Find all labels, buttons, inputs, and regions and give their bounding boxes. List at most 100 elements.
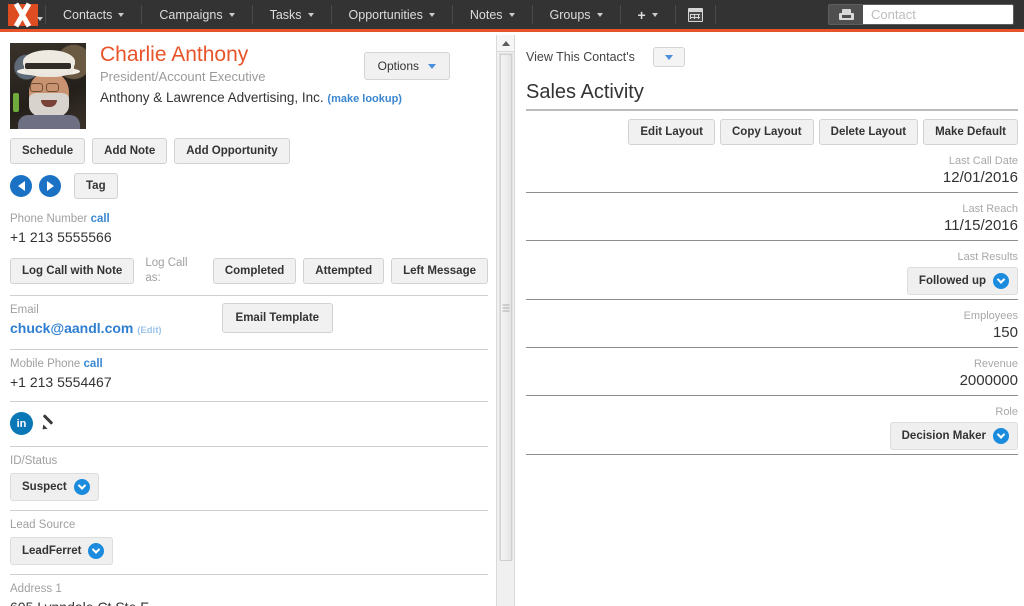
log-call-as-label: Log Call as:	[145, 257, 188, 284]
chevron-up-icon	[501, 40, 510, 46]
address-1-label: Address 1	[10, 583, 62, 595]
arrow-left-icon	[17, 181, 25, 191]
chevron-down-icon	[993, 273, 1009, 289]
next-contact-button[interactable]	[39, 175, 61, 197]
print-button[interactable]	[829, 5, 863, 24]
make-lookup-link[interactable]: (make lookup)	[327, 93, 402, 105]
nav-item-tasks[interactable]: Tasks	[253, 0, 331, 29]
email-value[interactable]: chuck@aandl.com	[10, 320, 133, 336]
last-results-dropdown[interactable]: Followed up	[906, 267, 1018, 295]
nav-item-notes[interactable]: Notes	[453, 0, 532, 29]
scrollbar-grip-icon	[502, 304, 510, 311]
field-role: Role Decision Maker	[526, 396, 1018, 455]
add-note-button[interactable]: Add Note	[92, 138, 168, 164]
mobile-call-link[interactable]: call	[84, 358, 103, 370]
avatar	[10, 43, 86, 129]
nav-item-campaigns[interactable]: Campaigns	[142, 0, 251, 29]
printer-icon	[838, 9, 854, 20]
pencil-icon[interactable]	[40, 416, 55, 431]
left-pane-scrollbar[interactable]	[496, 35, 515, 606]
chevron-down-icon	[228, 12, 235, 17]
field-phone-number: Phone Number call +1 213 5555566 Log Cal…	[10, 205, 488, 296]
app-logo[interactable]	[0, 0, 45, 29]
chevron-down-icon	[508, 12, 515, 17]
sales-activity-pane: View This Contact's Sales Activity Edit …	[516, 35, 1024, 606]
layout-action-buttons: Edit Layout Copy Layout Delete Layout Ma…	[526, 119, 1018, 145]
nav-item-opportunities[interactable]: Opportunities	[332, 0, 452, 29]
chevron-down-icon	[88, 543, 105, 559]
email-template-button[interactable]: Email Template	[221, 303, 334, 333]
email-label: Email	[10, 304, 39, 316]
phone-call-link[interactable]: call	[91, 213, 110, 225]
log-attempted-button[interactable]: Attempted	[303, 258, 385, 284]
field-address-1: Address 1 605 Lynndale Ct Ste F	[10, 575, 488, 606]
last-call-date-value: 12/01/2016	[942, 169, 1018, 186]
tag-button[interactable]: Tag	[74, 173, 118, 199]
field-label: Mobile Phone call	[10, 357, 488, 372]
search-input[interactable]	[863, 5, 1013, 24]
delete-layout-button[interactable]: Delete Layout	[818, 119, 919, 145]
role-dropdown[interactable]: Decision Maker	[889, 422, 1018, 450]
log-left-message-button[interactable]: Left Message	[391, 258, 488, 284]
record-navigation-row: Tag	[10, 173, 488, 199]
logo-caret-icon	[37, 17, 43, 21]
nav-label: Groups	[549, 7, 591, 22]
log-completed-button[interactable]: Completed	[212, 258, 297, 284]
phone-value: +1 213 5555566	[10, 229, 112, 245]
role-value: Decision Maker	[901, 430, 986, 442]
chevron-down-icon	[428, 12, 435, 17]
scroll-up-button[interactable]	[497, 35, 514, 52]
previous-contact-button[interactable]	[10, 175, 32, 197]
email-value-row: chuck@aandl.com (Edit)	[10, 318, 162, 340]
nav-item-groups[interactable]: Groups	[533, 0, 620, 29]
edit-layout-button[interactable]: Edit Layout	[628, 119, 715, 145]
copy-layout-button[interactable]: Copy Layout	[720, 119, 814, 145]
scrollbar-track[interactable]	[499, 53, 513, 561]
contact-job-title: President/Account Executive	[100, 69, 266, 84]
chevron-down-icon	[664, 54, 673, 60]
field-last-call-date: Last Call Date 12/01/2016	[526, 145, 1018, 193]
employees-label: Employees	[963, 310, 1018, 322]
chevron-down-icon	[651, 12, 658, 17]
chevron-down-icon	[596, 12, 603, 17]
last-reach-label: Last Reach	[962, 203, 1018, 215]
field-lead-source: Lead Source LeadFerret	[10, 511, 488, 575]
options-button[interactable]: Options	[363, 52, 450, 80]
lead-source-label: Lead Source	[10, 519, 76, 531]
contact-name[interactable]: Charlie Anthony	[100, 43, 402, 67]
nav-label: Opportunities	[348, 7, 423, 22]
mobile-label: Mobile Phone	[10, 358, 81, 370]
nav-item-contacts[interactable]: Contacts	[46, 0, 141, 29]
last-results-label: Last Results	[957, 251, 1018, 263]
scrollbar-thumb[interactable]	[500, 54, 512, 561]
arrow-right-icon	[46, 181, 54, 191]
options-label: Options	[377, 59, 419, 73]
chevron-down-icon	[993, 428, 1009, 444]
page-title: Sales Activity	[526, 81, 1018, 111]
nav-item-calendar[interactable]	[676, 0, 715, 29]
add-opportunity-button[interactable]: Add Opportunity	[174, 138, 290, 164]
field-mobile-phone: Mobile Phone call +1 213 5554467	[10, 350, 488, 402]
log-call-with-note-button[interactable]: Log Call with Note	[10, 258, 135, 284]
view-layout-select[interactable]	[652, 47, 685, 67]
last-reach-value: 11/15/2016	[944, 217, 1018, 234]
plus-icon: +	[637, 6, 646, 23]
id-status-dropdown[interactable]: Suspect	[10, 473, 99, 501]
nav-item-add[interactable]: +	[621, 0, 675, 29]
field-social-links: in	[10, 402, 488, 447]
lead-source-dropdown[interactable]: LeadFerret	[10, 537, 114, 565]
x-logo-icon	[7, 3, 38, 26]
schedule-button[interactable]: Schedule	[10, 138, 86, 164]
make-default-button[interactable]: Make Default	[923, 119, 1018, 145]
email-edit-link[interactable]: (Edit)	[137, 325, 161, 336]
field-revenue: Revenue 2000000	[526, 348, 1018, 396]
log-call-row: Log Call with Note Log Call as: Complete…	[10, 256, 488, 286]
contact-header: Charlie Anthony President/Account Execut…	[10, 43, 488, 129]
field-employees: Employees 150	[526, 300, 1018, 348]
employees-value: 150	[992, 324, 1018, 341]
nav-label: Notes	[469, 7, 503, 22]
phone-label: Phone Number	[10, 213, 88, 225]
id-status-label: ID/Status	[10, 455, 58, 467]
linkedin-icon[interactable]: in	[10, 412, 33, 435]
